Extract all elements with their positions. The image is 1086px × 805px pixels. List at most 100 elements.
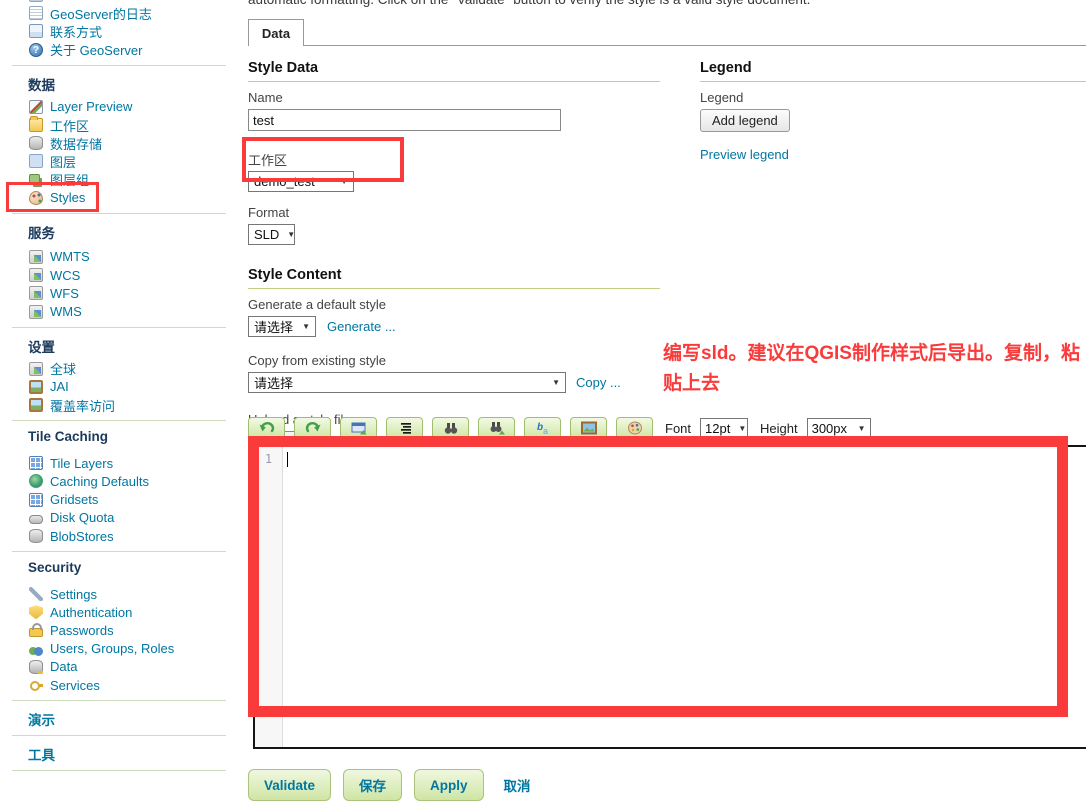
code-area[interactable] (283, 447, 1086, 747)
sidebar-item-geoserver-logs[interactable]: GeoServer的日志 (0, 4, 240, 22)
undo-button[interactable] (248, 417, 285, 439)
tab-data[interactable]: Data (248, 19, 304, 46)
palette-button[interactable] (616, 417, 653, 439)
server-icon (29, 362, 43, 376)
sidebar-item-label[interactable]: Passwords (50, 623, 114, 638)
sidebar-item-label[interactable]: 覆盖率访问 (50, 396, 115, 415)
style-name-input[interactable] (248, 109, 561, 131)
redo-button[interactable] (294, 417, 331, 439)
sidebar-item-global[interactable]: 全球 (0, 360, 240, 378)
sidebar-item-label[interactable]: GeoServer的日志 (50, 4, 152, 23)
sidebar-item-tools[interactable]: 工具 (0, 742, 240, 764)
server-icon (29, 305, 43, 319)
generate-link[interactable]: Generate ... (327, 319, 396, 334)
sidebar-item-about-geoserver[interactable]: 关于 GeoServer (0, 41, 240, 59)
sidebar-item-label[interactable]: Users, Groups, Roles (50, 641, 174, 656)
sidebar-item-wmts[interactable]: WMTS (0, 248, 240, 266)
preview-legend-link[interactable]: Preview legend (700, 147, 789, 162)
legend-label: Legend (700, 90, 1086, 105)
name-label: Name (248, 90, 660, 105)
sidebar-item-demos[interactable]: 演示 (0, 707, 240, 729)
generate-default-style-label: Generate a default style (248, 297, 660, 312)
find-button[interactable] (432, 417, 469, 439)
sidebar-item-gridsets[interactable]: Gridsets (0, 491, 240, 509)
sidebar-item-wms[interactable]: WMS (0, 302, 240, 320)
sidebar-item-tile-layers[interactable]: Tile Layers (0, 454, 240, 472)
divider (12, 735, 226, 736)
sidebar-item-layer-groups[interactable]: 图层组 (0, 171, 240, 189)
sidebar-item-label[interactable]: 全球 (50, 359, 76, 378)
sidebar-item-label[interactable]: Tile Layers (50, 456, 113, 471)
sidebar-item-passwords[interactable]: Passwords (0, 622, 240, 640)
sidebar-item-label[interactable]: BlobStores (50, 529, 114, 544)
shield-icon (29, 605, 43, 619)
window-button[interactable] (340, 417, 377, 439)
sidebar-item-label[interactable]: 数据存储 (50, 134, 102, 153)
sidebar-item-contact[interactable]: 联系方式 (0, 22, 240, 40)
sidebar-item-label[interactable]: WMS (50, 304, 82, 319)
find-next-button[interactable] (478, 417, 515, 439)
sidebar: GeoServer的日志 联系方式 关于 GeoServer 数据 Layer … (0, 0, 240, 777)
sidebar-item-label[interactable]: 工作区 (50, 116, 89, 135)
sidebar-item-wfs[interactable]: WFS (0, 284, 240, 302)
sidebar-item-coverage-access[interactable]: 覆盖率访问 (0, 396, 240, 414)
sidebar-item-styles[interactable]: Styles (0, 189, 240, 207)
save-button[interactable]: 保存 (343, 769, 402, 801)
sidebar-item-layers[interactable]: 图层 (0, 152, 240, 170)
sidebar-item-security-data[interactable]: Data (0, 658, 240, 676)
generate-style-select[interactable]: 请选择▼ (248, 316, 316, 337)
font-size-select[interactable]: 12pt▼ (700, 418, 748, 438)
reformat-button[interactable] (386, 417, 423, 439)
image-icon (29, 380, 43, 394)
sidebar-item-security-services[interactable]: Services (0, 676, 240, 694)
sidebar-item-label[interactable]: Styles (50, 190, 85, 205)
sidebar-item-label[interactable]: Settings (50, 587, 97, 602)
chevron-down-icon: ▼ (738, 424, 746, 433)
cancel-link[interactable]: 取消 (504, 775, 531, 795)
sidebar-item-label[interactable]: JAI (50, 379, 69, 394)
sidebar-item-label[interactable]: 联系方式 (50, 22, 102, 41)
editor-toolbar: ba Font 12pt▼ Height 300px▼ (248, 417, 1086, 439)
sidebar-item-authentication[interactable]: Authentication (0, 603, 240, 621)
sidebar-item-label[interactable]: WMTS (50, 249, 90, 264)
sidebar-item-label[interactable]: Caching Defaults (50, 474, 149, 489)
globe-icon (29, 474, 43, 488)
sidebar-item-label[interactable]: Disk Quota (50, 510, 114, 525)
sidebar-item-label[interactable]: 关于 GeoServer (50, 40, 142, 59)
tile-grid-icon (29, 456, 43, 470)
add-legend-button[interactable]: Add legend (700, 109, 790, 132)
sidebar-item-layer-preview[interactable]: Layer Preview (0, 98, 240, 116)
replace-button[interactable]: ba (524, 417, 561, 439)
sidebar-item-security-settings[interactable]: Settings (0, 585, 240, 603)
key-icon (29, 678, 43, 692)
sidebar-item-label[interactable]: WFS (50, 286, 79, 301)
sidebar-item-label[interactable]: WCS (50, 268, 80, 283)
style-data-column: Style Data Name 工作区 demo_test▼ Format SL… (248, 60, 660, 462)
sidebar-item-disk-quota[interactable]: Disk Quota (0, 509, 240, 527)
insert-image-button[interactable] (570, 417, 607, 439)
copy-link[interactable]: Copy ... (576, 375, 621, 390)
editor-height-select[interactable]: 300px▼ (807, 418, 871, 438)
sidebar-item-blobstores[interactable]: BlobStores (0, 527, 240, 545)
workspace-select[interactable]: demo_test▼ (248, 171, 354, 192)
sidebar-item-jai[interactable]: JAI (0, 378, 240, 396)
sidebar-item-label[interactable]: Services (50, 678, 100, 693)
sidebar-item-label[interactable]: Layer Preview (50, 99, 132, 114)
copy-style-select[interactable]: 请选择▼ (248, 372, 566, 393)
validate-button[interactable]: Validate (248, 769, 331, 801)
sidebar-item-label[interactable]: Gridsets (50, 492, 98, 507)
palette-icon (29, 191, 43, 205)
sidebar-item-label[interactable]: Authentication (50, 605, 132, 620)
sidebar-item-label[interactable]: Data (50, 659, 77, 674)
sidebar-item-wcs[interactable]: WCS (0, 266, 240, 284)
sidebar-item-stores[interactable]: 数据存储 (0, 134, 240, 152)
sidebar-item-workspaces[interactable]: 工作区 (0, 116, 240, 134)
sidebar-item-label[interactable]: 图层 (50, 152, 76, 171)
sidebar-item-label[interactable]: 图层组 (50, 170, 89, 189)
sidebar-item-users-groups-roles[interactable]: Users, Groups, Roles (0, 640, 240, 658)
layer-group-icon (29, 174, 40, 185)
apply-button[interactable]: Apply (414, 769, 484, 801)
format-select[interactable]: SLD▼ (248, 224, 295, 245)
code-editor[interactable]: 1 (253, 445, 1086, 749)
sidebar-item-caching-defaults[interactable]: Caching Defaults (0, 472, 240, 490)
